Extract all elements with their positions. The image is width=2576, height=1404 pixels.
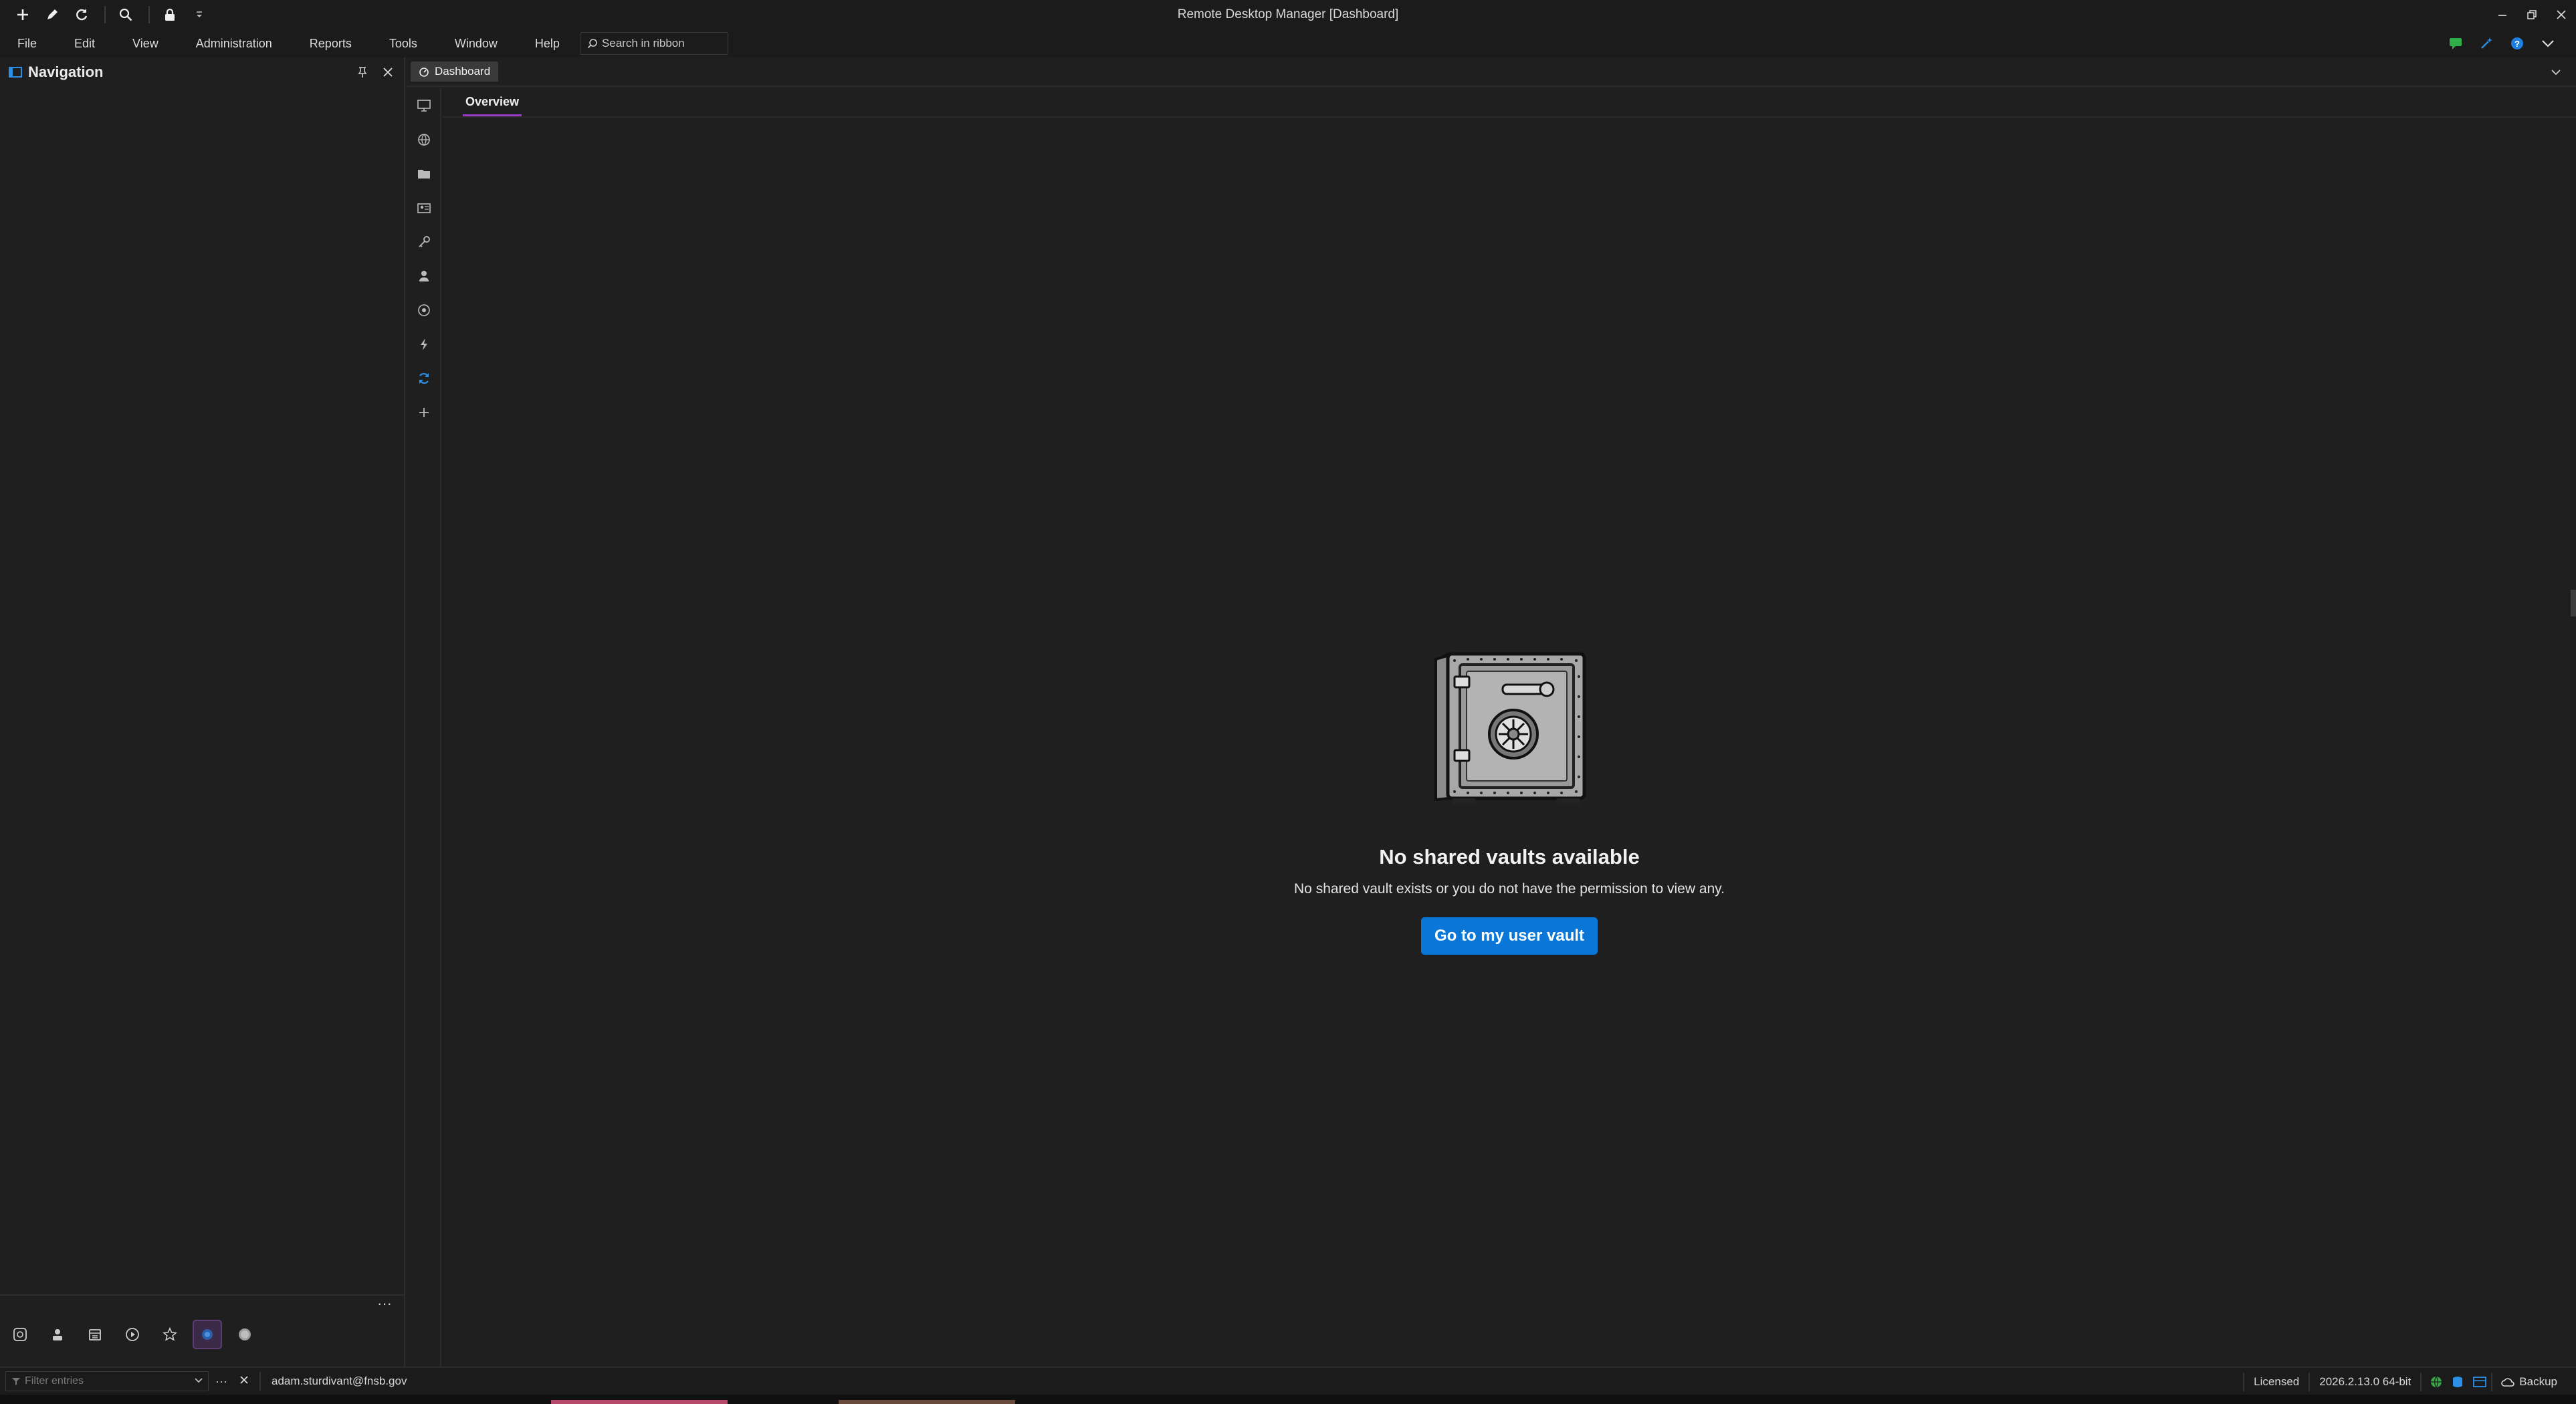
filter-entries-input[interactable]: Filter entries	[5, 1371, 209, 1391]
menu-edit[interactable]: Edit	[70, 34, 99, 53]
backup-label[interactable]: Backup	[2519, 1375, 2560, 1389]
status-bar: Filter entries ··· adam.sturdivant@fnsb.…	[0, 1367, 2576, 1395]
close-icon[interactable]	[377, 62, 399, 83]
svg-text:?: ?	[2514, 39, 2520, 49]
navigation-title: Navigation	[28, 64, 104, 80]
empty-state-title: No shared vaults available	[1379, 845, 1640, 868]
scrollbar[interactable]	[2571, 590, 2576, 616]
menu-file[interactable]: File	[13, 34, 41, 53]
menu-administration[interactable]: Administration	[192, 34, 276, 53]
sync-icon[interactable]	[407, 361, 441, 395]
filter-entries-placeholder: Filter entries	[25, 1375, 84, 1387]
recent-icon[interactable]	[7, 1321, 33, 1348]
title-bar: Remote Desktop Manager [Dashboard]	[0, 0, 2576, 29]
license-status[interactable]: Licensed	[2243, 1373, 2309, 1391]
go-to-user-vault-button[interactable]: Go to my user vault	[1420, 917, 1598, 955]
user-vault-icon[interactable]	[44, 1321, 71, 1348]
ribbon-search-placeholder: Search in ribbon	[601, 37, 685, 49]
navigation-header: Navigation	[0, 57, 404, 87]
quick-access-toolbar	[0, 0, 215, 29]
search-icon	[587, 39, 597, 49]
chevron-down-icon[interactable]	[193, 1375, 204, 1385]
online-status-icon[interactable]	[2420, 1373, 2447, 1391]
version-label: 2026.2.13.0 64-bit	[2309, 1373, 2420, 1391]
empty-state: No shared vaults available No shared vau…	[443, 650, 2576, 955]
taskbar-indicator	[839, 1400, 1015, 1404]
main-content: Dashboard Overview No shared vaults avai…	[407, 57, 2576, 1367]
search-icon[interactable]	[112, 1, 139, 28]
tab-dashboard-label: Dashboard	[435, 65, 491, 78]
taskbar-strip	[0, 1395, 2576, 1404]
menu-bar: File Edit View Administration Reports To…	[0, 29, 2576, 57]
divider	[259, 1372, 261, 1391]
chevron-down-icon[interactable]	[2547, 63, 2565, 82]
dashboard-icon	[419, 68, 429, 77]
menu-window[interactable]: Window	[451, 34, 502, 53]
edit-icon[interactable]	[39, 1, 66, 28]
dashboard-content: Overview No shared vaults available No s…	[443, 88, 2576, 1367]
vault-safe-icon	[1434, 652, 1586, 805]
menu-tools[interactable]: Tools	[385, 34, 421, 53]
ai-assistant-icon[interactable]	[2476, 33, 2497, 54]
macro-icon[interactable]	[407, 327, 441, 361]
backup-icon[interactable]	[2491, 1373, 2519, 1391]
lock-icon[interactable]	[156, 1, 183, 28]
toolbar-separator	[104, 6, 106, 23]
clear-filter-icon[interactable]	[239, 1375, 249, 1388]
restore-icon[interactable]	[2517, 0, 2547, 29]
toolbar-separator	[148, 6, 150, 23]
menu-view[interactable]: View	[128, 34, 163, 53]
tab-dashboard[interactable]: Dashboard	[411, 62, 499, 82]
current-user[interactable]: adam.sturdivant@fnsb.gov	[272, 1375, 407, 1388]
menu-reports[interactable]: Reports	[306, 34, 356, 53]
status-right: Licensed 2026.2.13.0 64-bit Backup	[2243, 1368, 2560, 1396]
network-icon[interactable]	[407, 293, 441, 327]
menubar-right-tools: ?	[2445, 29, 2559, 57]
add-icon[interactable]	[407, 395, 441, 429]
more-options-icon[interactable]: ···	[374, 1296, 395, 1313]
navigation-view-switcher	[7, 1320, 258, 1349]
hub-icon[interactable]	[193, 1320, 222, 1349]
taskbar-indicator	[551, 1400, 728, 1404]
globe-icon[interactable]	[407, 122, 441, 156]
more-options-icon[interactable]: ···	[215, 1375, 227, 1389]
window-title: Remote Desktop Manager [Dashboard]	[1177, 7, 1399, 21]
panel-layout-icon[interactable]	[2468, 1373, 2491, 1391]
help-icon[interactable]: ?	[2506, 33, 2528, 54]
navigation-icon	[9, 67, 22, 78]
empty-state-description: No shared vault exists or you do not hav…	[1294, 881, 1725, 897]
close-icon[interactable]	[2547, 0, 2576, 29]
window-controls	[2488, 0, 2576, 29]
status-circle-icon[interactable]	[231, 1321, 258, 1348]
key-icon[interactable]	[407, 225, 441, 259]
filter-icon	[12, 1378, 20, 1385]
folder-icon[interactable]	[407, 156, 441, 191]
chat-icon[interactable]	[2445, 33, 2466, 54]
document-tabstrip: Dashboard	[407, 57, 2576, 87]
dashboard-side-toolbar	[407, 88, 441, 1367]
menu-help[interactable]: Help	[531, 34, 564, 53]
calendar-icon[interactable]	[82, 1321, 108, 1348]
star-icon[interactable]	[156, 1321, 183, 1348]
chevron-down-icon[interactable]	[2537, 33, 2559, 54]
navigation-panel: Navigation ···	[0, 57, 405, 1367]
divider	[0, 1294, 404, 1296]
minimize-icon[interactable]	[2488, 0, 2517, 29]
session-icon[interactable]	[407, 88, 441, 122]
data-source-icon[interactable]	[2447, 1373, 2468, 1391]
customize-dropdown-icon[interactable]	[186, 1, 213, 28]
add-icon[interactable]	[9, 1, 36, 28]
play-icon[interactable]	[119, 1321, 146, 1348]
ribbon-search-input[interactable]: Search in ribbon	[579, 32, 728, 55]
pin-icon[interactable]	[352, 62, 373, 83]
refresh-icon[interactable]	[68, 1, 95, 28]
dashboard-subtabs: Overview	[443, 88, 2576, 118]
tab-overview[interactable]: Overview	[463, 95, 522, 116]
contact-card-icon[interactable]	[407, 191, 441, 225]
user-icon[interactable]	[407, 259, 441, 293]
